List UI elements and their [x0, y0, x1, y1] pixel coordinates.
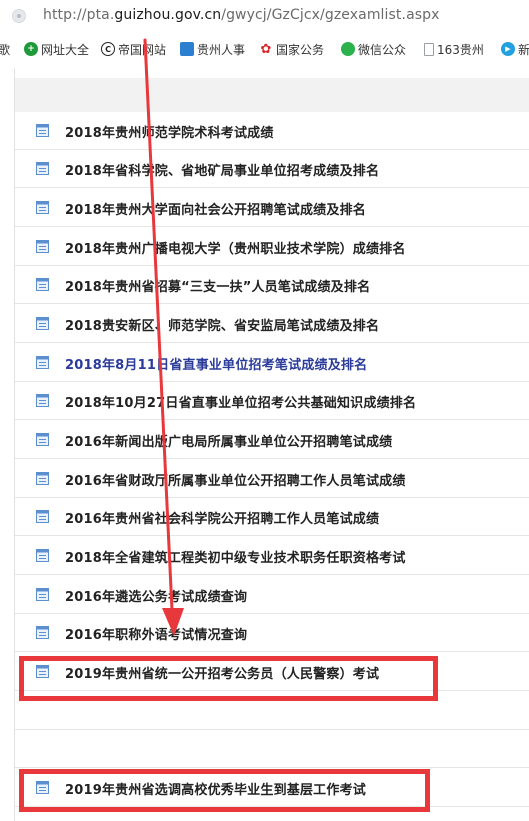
exam-list-item[interactable]: 2016年遴选公务考试成绩查询 — [15, 576, 529, 614]
document-list-icon — [36, 472, 49, 485]
document-list-icon — [36, 510, 49, 523]
document-list-icon — [36, 162, 49, 175]
exam-title-link[interactable]: 2018年贵州广播电视大学（贵州职业技术学院）成绩排名 — [65, 238, 406, 257]
document-list-icon — [36, 394, 49, 407]
play-icon: ▶ — [501, 42, 515, 56]
bookmark-wangzhi[interactable]: + 网址大全 — [24, 40, 89, 58]
emblem-icon: ✿ — [259, 41, 273, 57]
exam-list-item[interactable]: 2018年贵州省招募“三支一扶”人员笔试成绩及排名 — [15, 266, 529, 304]
site-info-icon[interactable] — [12, 9, 26, 23]
exam-list-panel: 2018年贵州师范学院术科考试成绩 2018年省科学院、省地矿局事业单位招考成绩及… — [14, 68, 529, 821]
plus-globe-icon: + — [24, 42, 38, 56]
exam-title-link[interactable]: 2018年省科学院、省地矿局事业单位招考成绩及排名 — [65, 160, 379, 179]
bookmark-diguo[interactable]: C 帝国网站 — [101, 40, 166, 58]
exam-title-link[interactable]: 2016年省财政厅所属事业单位公开招聘工作人员笔试成绩 — [65, 470, 406, 489]
exam-title-link[interactable]: 2016年贵州省社会科学院公开招聘工作人员笔试成绩 — [65, 508, 379, 527]
highlight-box-police-exam — [19, 656, 438, 701]
exam-list-item[interactable]: 2018年贵州大学面向社会公开招聘笔试成绩及排名 — [15, 189, 529, 227]
document-list-icon — [36, 588, 49, 601]
exam-title-link[interactable]: 2018年贵州师范学院术科考试成绩 — [65, 122, 274, 141]
list-header-band — [15, 78, 529, 112]
exam-title-link[interactable]: 2018年8月11日省直事业单位招考笔试成绩及排名 — [65, 354, 367, 373]
exam-list-item[interactable]: 2016年新闻出版广电局所属事业单位公开招聘笔试成绩 — [15, 421, 529, 459]
address-bar[interactable]: http://pta.guizhou.gov.cn/gwycj/GzCjcx/g… — [0, 0, 529, 34]
document-list-icon — [36, 201, 49, 214]
bookmark-partial-left[interactable]: 歌 — [0, 40, 10, 58]
document-list-icon — [36, 356, 49, 369]
document-list-icon — [36, 433, 49, 446]
wechat-icon — [341, 42, 355, 56]
exam-list-item[interactable]: 2018贵安新区、师范学院、省安监局笔试成绩及排名 — [15, 305, 529, 343]
url-text[interactable]: http://pta.guizhou.gov.cn/gwycj/GzCjcx/g… — [43, 7, 440, 23]
bookmark-weixin[interactable]: 微信公众 — [341, 40, 406, 58]
bookmark-163[interactable]: 163贵州 — [424, 40, 484, 58]
exam-list-item[interactable]: 2016年贵州省社会科学院公开招聘工作人员笔试成绩 — [15, 498, 529, 536]
exam-title-link[interactable]: 2018年贵州大学面向社会公开招聘笔试成绩及排名 — [65, 199, 366, 218]
exam-list-item[interactable]: 2016年省财政厅所属事业单位公开招聘工作人员笔试成绩 — [15, 460, 529, 498]
page-icon — [424, 42, 434, 56]
exam-list-item[interactable]: 2018年8月11日省直事业单位招考笔试成绩及排名 — [15, 344, 529, 382]
document-list-icon — [36, 549, 49, 562]
bookmark-partial-right[interactable]: ▶ 新 — [501, 40, 529, 58]
exam-title-link[interactable]: 2018贵安新区、师范学院、省安监局笔试成绩及排名 — [65, 315, 379, 334]
exam-list-item[interactable]: 2016年职称外语考试情况查询 — [15, 614, 529, 652]
exam-list-item[interactable]: 2018年全省建筑工程类初中级专业技术职务任职资格考试 — [15, 537, 529, 575]
exam-title-link[interactable]: 2016年新闻出版广电局所属事业单位公开招聘笔试成绩 — [65, 431, 392, 450]
highlight-box-graduate-exam — [19, 769, 430, 812]
document-list-icon — [36, 124, 49, 137]
document-list-icon — [36, 626, 49, 639]
exam-list-item[interactable]: 2018年10月27日省直事业单位招考公共基础知识成绩排名 — [15, 382, 529, 420]
exam-title-link[interactable]: 2018年全省建筑工程类初中级专业技术职务任职资格考试 — [65, 547, 406, 566]
book-icon — [180, 42, 194, 56]
bookmark-guojia-gongwu[interactable]: ✿ 国家公务 — [259, 40, 324, 58]
exam-title-link[interactable]: 2018年贵州省招募“三支一扶”人员笔试成绩及排名 — [65, 276, 370, 295]
exam-title-link[interactable]: 2018年10月27日省直事业单位招考公共基础知识成绩排名 — [65, 392, 416, 411]
exam-list-item[interactable]: 2018年贵州广播电视大学（贵州职业技术学院）成绩排名 — [15, 228, 529, 266]
bookmarks-bar: 歌 + 网址大全 C 帝国网站 贵州人事 ✿ 国家公务 微信公众 163贵州 ▶… — [0, 36, 529, 62]
bookmark-guizhou-renshi[interactable]: 贵州人事 — [180, 40, 245, 58]
exam-title-link[interactable]: 2016年遴选公务考试成绩查询 — [65, 586, 247, 605]
document-list-icon — [36, 240, 49, 253]
document-list-icon — [36, 317, 49, 330]
document-list-icon — [36, 278, 49, 291]
exam-list-item[interactable]: 2018年贵州师范学院术科考试成绩 — [15, 112, 529, 150]
exam-list-item[interactable]: 2018年省科学院、省地矿局事业单位招考成绩及排名 — [15, 150, 529, 188]
exam-title-link[interactable]: 2016年职称外语考试情况查询 — [65, 624, 247, 643]
exam-list-item — [15, 730, 529, 768]
c-logo-icon: C — [101, 42, 115, 56]
